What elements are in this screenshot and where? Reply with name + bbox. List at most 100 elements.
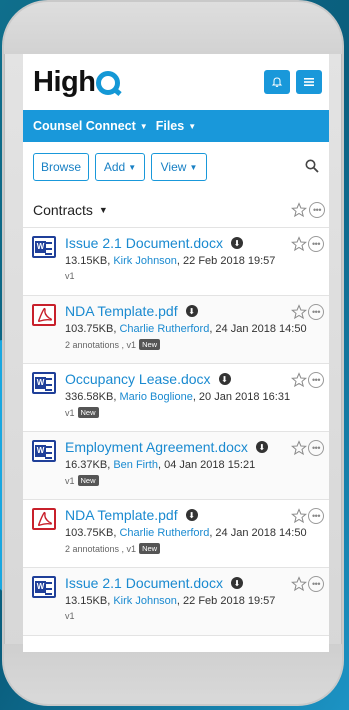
author-link[interactable]: Charlie Rutherford <box>119 323 209 335</box>
star-icon[interactable] <box>291 440 307 456</box>
version-text: 2 annotations , v1 <box>65 339 137 350</box>
word-file-icon <box>32 236 56 258</box>
notifications-button[interactable] <box>264 70 290 94</box>
chevron-down-icon[interactable]: ▼ <box>99 205 108 215</box>
word-file-icon <box>32 440 56 462</box>
file-name: NDA Template.pdf <box>65 303 178 319</box>
brand-bar: High <box>23 54 329 110</box>
file-name: Issue 2.1 Document.docx <box>65 235 223 251</box>
menu-button[interactable] <box>296 70 322 94</box>
version-text: v1 <box>65 611 75 621</box>
file-name-link[interactable]: NDA Template.pdf ⬇ <box>65 506 329 524</box>
file-version: v1 <box>65 611 329 621</box>
site-dropdown[interactable]: Counsel Connect ▼ <box>33 119 148 133</box>
file-meta: 103.75KB, Charlie Rutherford, 24 Jan 201… <box>65 323 329 335</box>
file-version: 2 annotations , v1 New <box>65 543 329 554</box>
file-date: , 20 Jan 2018 16:31 <box>192 391 291 403</box>
file-name: Employment Agreement.docx <box>65 439 248 455</box>
chevron-down-icon: ▼ <box>128 162 137 172</box>
star-icon[interactable] <box>291 202 307 218</box>
hamburger-icon <box>304 78 314 86</box>
file-row[interactable]: Occupancy Lease.docx ⬇ 336.58KB, Mario B… <box>23 364 329 432</box>
author-link[interactable]: Kirk Johnson <box>113 595 177 607</box>
file-size: 13.15KB, <box>65 255 114 267</box>
logo-text: High <box>33 65 96 98</box>
file-meta: 13.15KB, Kirk Johnson, 22 Feb 2018 19:57 <box>65 595 329 607</box>
download-icon[interactable]: ⬇ <box>230 237 243 249</box>
star-icon[interactable] <box>291 304 307 320</box>
file-name-link[interactable]: NDA Template.pdf ⬇ <box>65 302 329 320</box>
author-link[interactable]: Ben Firth <box>113 459 158 471</box>
download-icon[interactable]: ⬇ <box>185 305 198 317</box>
file-name-link[interactable]: Occupancy Lease.docx ⬇ <box>65 370 329 388</box>
highq-logo[interactable]: High <box>33 65 121 99</box>
author-link[interactable]: Mario Boglione <box>119 391 192 403</box>
file-date: , 22 Feb 2018 19:57 <box>176 595 276 607</box>
add-button[interactable]: Add ▼ <box>95 153 145 181</box>
search-icon[interactable] <box>305 159 319 173</box>
more-options-icon[interactable]: ••• <box>308 508 324 524</box>
file-name: Issue 2.1 Document.docx <box>65 575 223 591</box>
star-icon[interactable] <box>291 372 307 388</box>
author-link[interactable]: Charlie Rutherford <box>119 527 209 539</box>
file-name: NDA Template.pdf <box>65 507 178 523</box>
star-icon[interactable] <box>291 508 307 524</box>
file-size: 336.58KB, <box>65 391 120 403</box>
new-badge: New <box>139 543 161 554</box>
file-date: , 24 Jan 2018 14:50 <box>209 527 307 539</box>
files-dropdown[interactable]: Files ▼ <box>156 119 196 133</box>
file-row[interactable]: Employment Agreement.docx ⬇ 16.37KB, Ben… <box>23 432 329 500</box>
file-row[interactable]: NDA Template.pdf ⬇ 103.75KB, Charlie Rut… <box>23 500 329 568</box>
folder-title[interactable]: Contracts <box>33 202 93 218</box>
more-options-icon[interactable]: ••• <box>308 236 324 252</box>
file-row[interactable]: Issue 2.1 Document.docx ⬇ 13.15KB, Kirk … <box>23 228 329 296</box>
file-date: , 24 Jan 2018 14:50 <box>209 323 307 335</box>
phone-bottom-bezel <box>4 644 342 704</box>
file-size: 16.37KB, <box>65 459 114 471</box>
file-date: , 04 Jan 2018 15:21 <box>157 459 256 471</box>
chevron-down-icon: ▼ <box>189 162 198 172</box>
file-row[interactable]: Issue 2.1 Document.docx ⬇ 13.15KB, Kirk … <box>23 568 329 636</box>
file-meta: 103.75KB, Charlie Rutherford, 24 Jan 201… <box>65 527 329 539</box>
pdf-file-icon <box>32 304 56 326</box>
version-text: v1 <box>65 271 75 281</box>
file-meta: 16.37KB, Ben Firth, 04 Jan 2018 15:21 <box>65 459 329 471</box>
download-icon[interactable]: ⬇ <box>230 577 243 589</box>
browse-label: Browse <box>40 160 81 174</box>
pdf-file-icon <box>32 508 56 530</box>
file-name: Occupancy Lease.docx <box>65 371 211 387</box>
download-icon[interactable]: ⬇ <box>185 509 198 521</box>
browse-button[interactable]: Browse <box>33 153 89 181</box>
files-label: Files <box>155 119 185 133</box>
file-name-link[interactable]: Employment Agreement.docx ⬇ <box>65 438 329 456</box>
new-badge: New <box>77 407 99 418</box>
star-icon[interactable] <box>291 236 307 252</box>
file-version: 2 annotations , v1 New <box>65 339 329 350</box>
chevron-down-icon: ▼ <box>188 121 197 131</box>
star-icon[interactable] <box>291 576 307 592</box>
author-link[interactable]: Kirk Johnson <box>113 255 177 267</box>
more-options-icon[interactable]: ••• <box>308 440 324 456</box>
more-options-icon[interactable]: ••• <box>308 304 324 320</box>
more-options-icon[interactable]: ••• <box>308 372 324 388</box>
view-button[interactable]: View ▼ <box>151 153 207 181</box>
new-badge: New <box>139 339 161 350</box>
toolbar: Browse Add ▼ View ▼ <box>23 142 329 192</box>
file-name-link[interactable]: Issue 2.1 Document.docx ⬇ <box>65 574 329 592</box>
more-options-icon[interactable]: ••• <box>308 576 324 592</box>
word-file-icon <box>32 372 56 394</box>
phone-top-bezel <box>4 2 342 54</box>
file-meta: 13.15KB, Kirk Johnson, 22 Feb 2018 19:57 <box>65 255 329 267</box>
file-meta: 336.58KB, Mario Boglione, 20 Jan 2018 16… <box>65 391 329 403</box>
file-size: 103.75KB, <box>65 323 120 335</box>
download-icon[interactable]: ⬇ <box>218 373 231 385</box>
file-version: v1 New <box>65 407 329 418</box>
app-screen: High Counsel Connect ▼ Files ▼ Browse Ad… <box>23 54 329 652</box>
file-row[interactable]: NDA Template.pdf ⬇ 103.75KB, Charlie Rut… <box>23 296 329 364</box>
file-size: 13.15KB, <box>65 595 114 607</box>
add-label: Add <box>103 160 126 174</box>
more-options-icon[interactable]: ••• <box>309 202 325 218</box>
file-name-link[interactable]: Issue 2.1 Document.docx ⬇ <box>65 234 329 252</box>
logo-q-mark <box>96 71 121 95</box>
download-icon[interactable]: ⬇ <box>255 441 268 453</box>
